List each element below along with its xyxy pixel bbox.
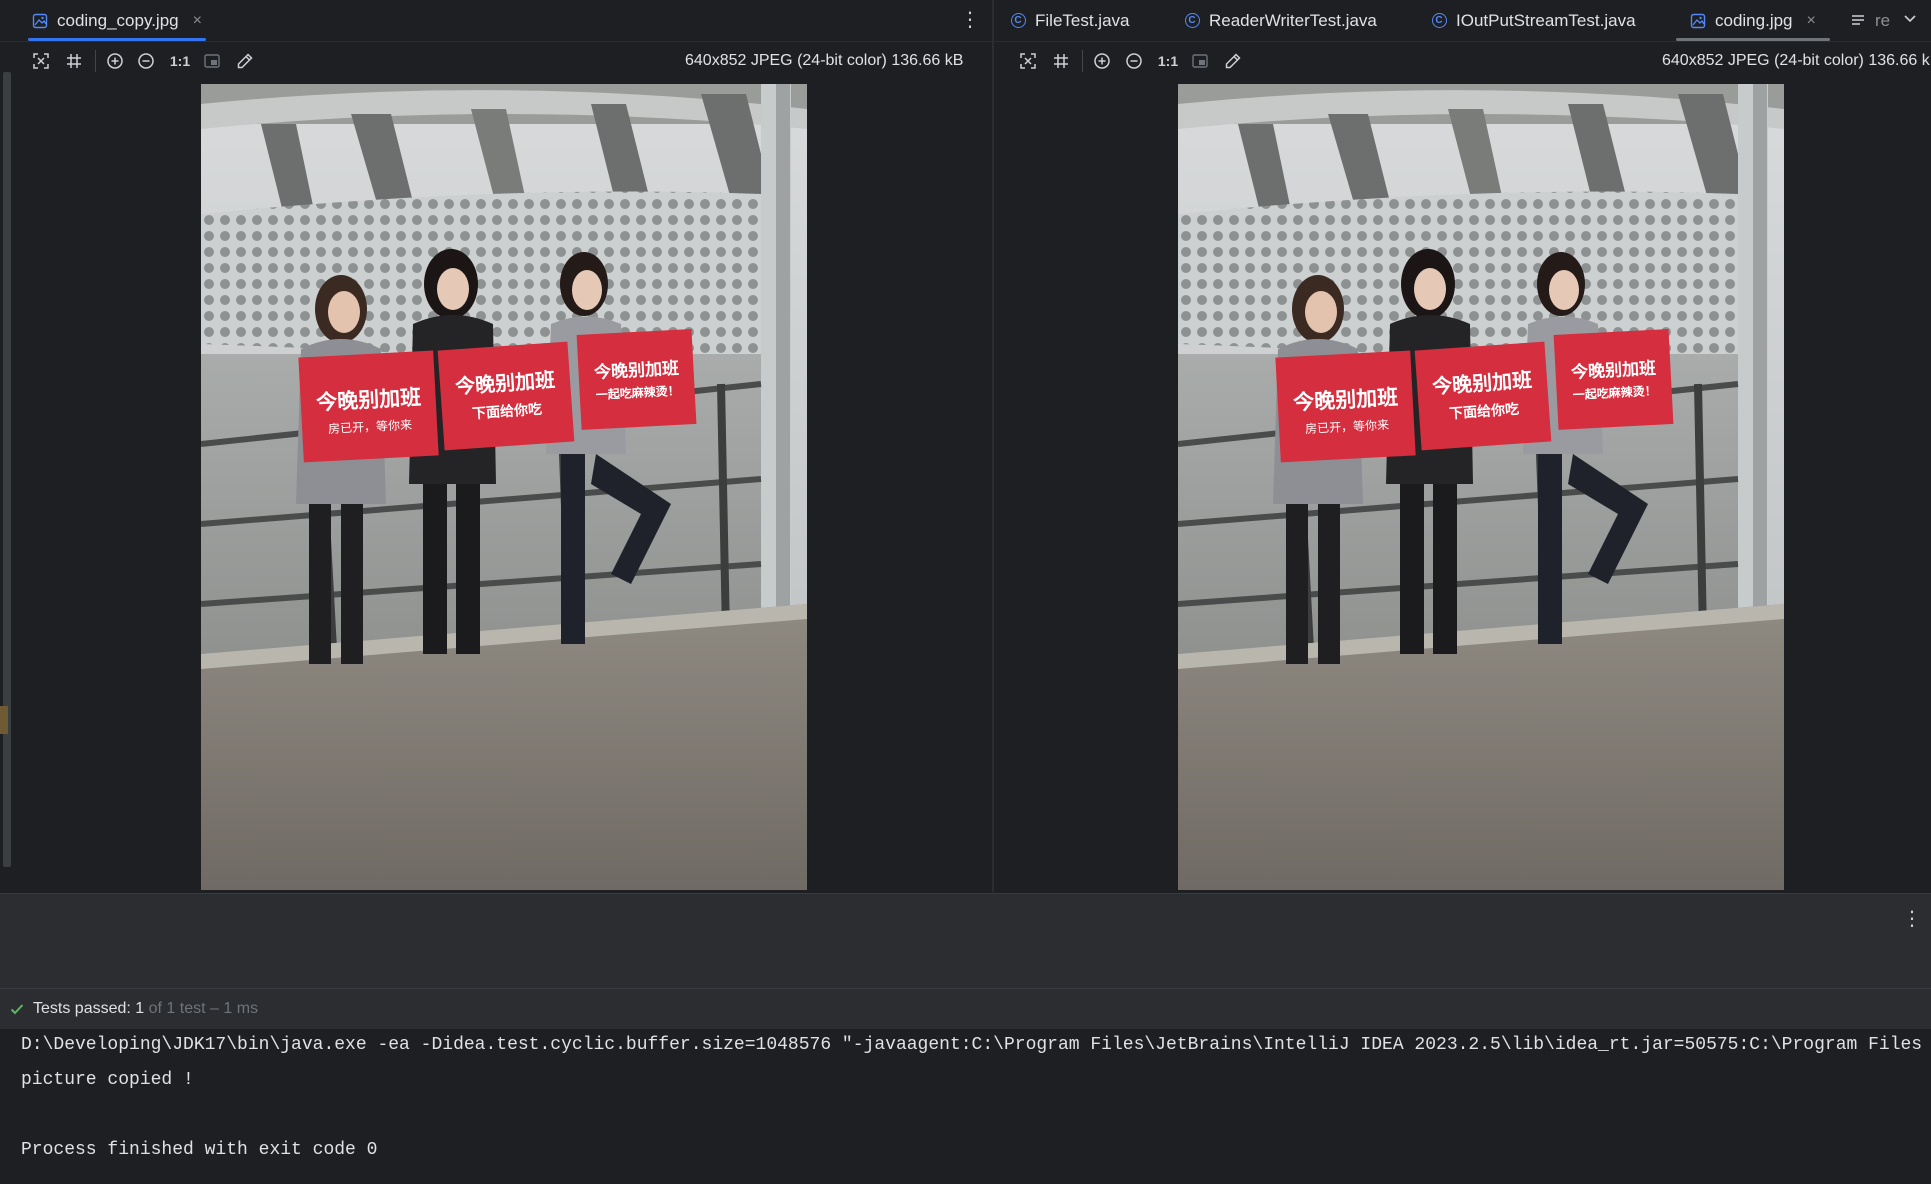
sign-3-title: 今晚别加班 [594, 358, 680, 383]
tab-coding-copy-jpg[interactable]: coding_copy.jpg × [28, 0, 206, 41]
fit-to-window-icon[interactable] [30, 50, 52, 72]
java-class-icon: C [1431, 13, 1447, 29]
tab-label: ReaderWriterTest.java [1209, 10, 1377, 30]
more-options-icon[interactable]: ⋮ [1902, 906, 1922, 931]
zoom-in-icon[interactable] [104, 50, 126, 72]
color-picker-icon[interactable] [234, 50, 256, 72]
close-tab-icon[interactable]: × [1807, 12, 1816, 30]
more-options-icon[interactable]: ⋮ [960, 8, 980, 32]
grid-icon[interactable] [1050, 50, 1072, 72]
tests-passed-label: Tests passed: [33, 1000, 136, 1017]
tab-label: re [1875, 10, 1891, 30]
fit-to-window-icon[interactable] [1017, 50, 1039, 72]
image-info: 640x852 JPEG (24-bit color) 136.66 kB [685, 52, 964, 69]
image-info: 640x852 JPEG (24-bit color) 136.66 kB [1662, 52, 1931, 69]
left-gutter [0, 42, 14, 892]
toolbar-separator [1082, 50, 1083, 72]
photo: 今晚别加班 房已开，等你来 今晚别加班 下面给你吃 今晚别加班 一起吃麻辣烫！ [201, 84, 807, 890]
sign-3-title: 今晚别加班 [1571, 358, 1657, 383]
sign-3: 今晚别加班 一起吃麻辣烫！ [576, 329, 697, 430]
java-class-icon: C [1010, 13, 1026, 29]
java-class-icon: C [1184, 13, 1200, 29]
sign-2: 今晚别加班 下面给你吃 [437, 341, 575, 451]
grid-icon[interactable] [63, 50, 85, 72]
sign-1: 今晚别加班 房已开，等你来 [1275, 350, 1416, 463]
console-line: picture copied ! [21, 1070, 194, 1090]
scrollbar[interactable] [3, 72, 11, 867]
toolbar-separator [95, 50, 96, 72]
tab-readerwritertest-java[interactable]: C ReaderWriterTest.java [1184, 0, 1377, 41]
right-tab-bar: C FileTest.java C ReaderWriterTest.java … [994, 0, 1931, 42]
console-line: D:\Developing\JDK17\bin\java.exe -ea -Di… [21, 1035, 1923, 1055]
close-tab-icon[interactable]: × [193, 12, 202, 30]
zoom-out-icon[interactable] [1123, 50, 1145, 72]
image-preview: 今晚别加班 房已开，等你来 今晚别加班 下面给你吃 今晚别加班 一起吃麻辣烫！ [201, 84, 807, 890]
tab-overflow[interactable]: re [1850, 0, 1890, 41]
photo: 今晚别加班 房已开，等你来 今晚别加班 下面给你吃 今晚别加班 一起吃麻辣烫！ [1178, 84, 1784, 890]
run-panel-toolbar [0, 944, 1931, 988]
tab-ioutputstreamtest-java[interactable]: C IOutPutStreamTest.java [1431, 0, 1636, 41]
run-panel-header: ⋮ [0, 893, 1931, 945]
actual-size-button[interactable]: 1:1 [168, 50, 192, 72]
image-preview: 今晚别加班 房已开，等你来 今晚别加班 下面给你吃 今晚别加班 一起吃麻辣烫！ [1178, 84, 1784, 890]
background-icon[interactable] [1189, 50, 1211, 72]
background-icon[interactable] [201, 50, 223, 72]
gutter-marker [0, 706, 8, 734]
check-icon [9, 1001, 25, 1017]
sign-3: 今晚别加班 一起吃麻辣烫！ [1553, 329, 1674, 430]
tab-label: FileTest.java [1035, 10, 1130, 30]
actual-size-button[interactable]: 1:1 [1156, 50, 1180, 72]
tab-label: coding.jpg [1715, 10, 1793, 30]
image-file-icon [32, 13, 48, 29]
tab-coding-jpg[interactable]: coding.jpg × [1676, 0, 1830, 41]
console-line: Process finished with exit code 0 [21, 1140, 378, 1160]
tab-label: coding_copy.jpg [57, 10, 179, 30]
tab-label: IOutPutStreamTest.java [1456, 10, 1636, 30]
tests-detail: of 1 test – 1 ms [144, 1000, 259, 1017]
right-editor-pane: C FileTest.java C ReaderWriterTest.java … [994, 0, 1931, 892]
text-file-icon [1850, 13, 1866, 29]
left-tab-bar: coding_copy.jpg × ⋮ [0, 0, 993, 42]
test-results-bar: Tests passed: 1 of 1 test – 1 ms [0, 988, 1931, 1029]
sign-2: 今晚别加班 下面给你吃 [1414, 341, 1552, 451]
tests-passed-count: 1 [135, 1000, 145, 1017]
console-output[interactable]: D:\Developing\JDK17\bin\java.exe -ea -Di… [0, 1029, 1931, 1184]
left-editor-pane: coding_copy.jpg × ⋮ 1:1 640x852 JPEG (24… [0, 0, 993, 892]
color-picker-icon[interactable] [1222, 50, 1244, 72]
sign-1: 今晚别加班 房已开，等你来 [298, 350, 439, 463]
image-file-icon [1690, 13, 1706, 29]
chevron-down-icon[interactable] [1902, 10, 1918, 31]
zoom-out-icon[interactable] [135, 50, 157, 72]
zoom-in-icon[interactable] [1091, 50, 1113, 72]
tab-filetest-java[interactable]: C FileTest.java [1010, 0, 1129, 41]
